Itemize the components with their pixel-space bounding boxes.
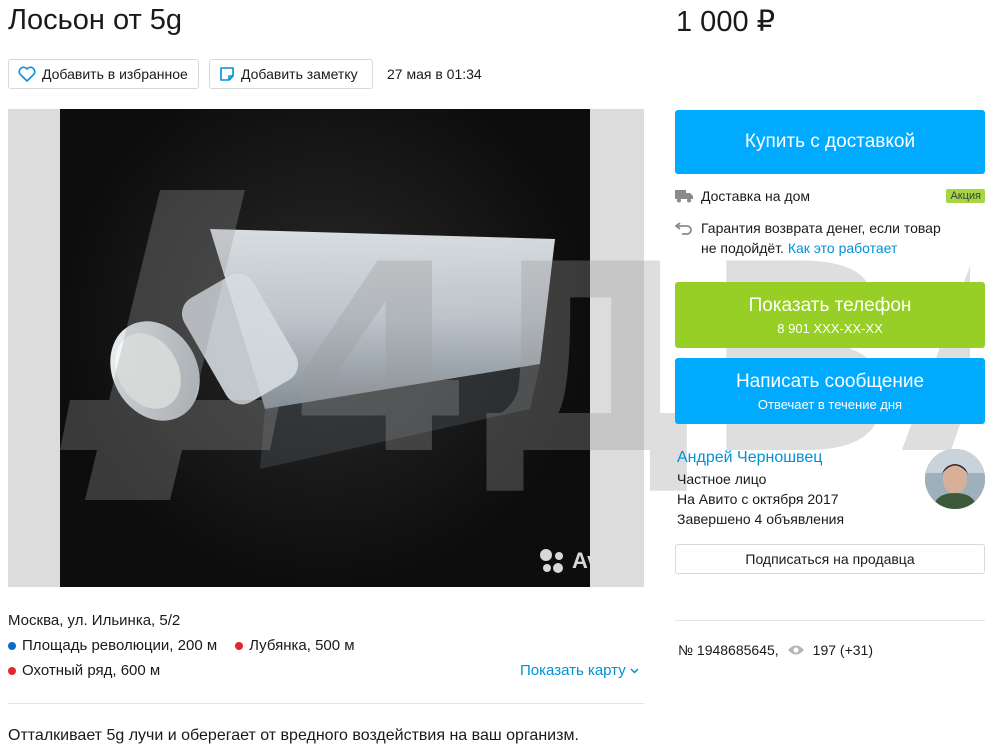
seller-since: На Авито с октября 2017 [677, 491, 839, 507]
show-map-label: Показать карту [520, 662, 626, 679]
metro-row: Охотный ряд, 600 м [8, 662, 160, 679]
write-message-button[interactable]: Написать сообщение Отвечает в течение дн… [675, 358, 985, 424]
metro-line-dot [235, 641, 244, 650]
eye-icon [787, 645, 804, 655]
listing-price: 1 000 ₽ [676, 6, 776, 38]
views-count: 197 (+31) [812, 642, 873, 658]
seller-avatar[interactable] [925, 449, 985, 509]
heart-icon [18, 66, 36, 82]
write-message-label: Написать сообщение [735, 370, 925, 392]
metro-line-dot [8, 666, 16, 675]
chevron-down-icon [630, 667, 639, 674]
show-phone-button[interactable]: Показать телефон 8 901 XXX-XX-XX [675, 282, 985, 348]
seller-completed: Завершено 4 объявления [677, 511, 845, 527]
phone-number: 8 901 XXX-XX-XX [777, 320, 883, 336]
avito-logo-icon [540, 549, 563, 573]
guarantee-info: Гарантия возврата денег, если товар не п… [675, 218, 955, 258]
photo-gallery[interactable]: Avito [8, 109, 644, 587]
divider [8, 703, 644, 704]
metro-station: Охотный ряд, 600 м [8, 662, 160, 679]
truck-icon [675, 190, 693, 203]
seller-type: Частное лицо [677, 471, 767, 487]
metro-station: Лубянка, 500 м [235, 637, 355, 654]
add-note-button[interactable]: Добавить заметку [209, 59, 373, 89]
avito-watermark: Avito [538, 547, 590, 575]
buy-with-delivery-button[interactable]: Купить с доставкой [675, 110, 985, 174]
listing-description: Отталкивает 5g лучи и оберегает от вредн… [8, 727, 579, 744]
delivery-info: Доставка на дом Акция [675, 188, 985, 204]
add-to-favorites-button[interactable]: Добавить в избранное [8, 59, 199, 89]
ad-number: № 1948685645, [678, 642, 779, 658]
lotion-tube-illustration [110, 229, 555, 469]
response-time: Отвечает в течение дня [757, 396, 903, 412]
listing-stats: № 1948685645, 197 (+31) [678, 642, 873, 658]
metro-station: Площадь революции, 200 м [8, 637, 217, 654]
note-icon [220, 67, 234, 81]
return-arrow-icon [675, 222, 692, 235]
subscribe-seller-button[interactable]: Подписаться на продавца [675, 544, 985, 574]
metro-line-dot [8, 641, 16, 650]
delivery-label: Доставка на дом [701, 188, 810, 204]
metro-station-label: Охотный ряд, 600 м [22, 662, 161, 679]
how-it-works-link[interactable]: Как это работает [788, 240, 898, 256]
show-map-link[interactable]: Показать карту [520, 662, 639, 679]
seller-name-link[interactable]: Андрей Черношвец [677, 449, 822, 467]
product-photo[interactable]: Avito [60, 109, 590, 587]
listing-title: Лосьон от 5g [8, 4, 183, 36]
guarantee-text: Гарантия возврата денег, если товар не п… [701, 218, 955, 258]
publish-date: 27 мая в 01:34 [387, 66, 482, 82]
add-to-favorites-label: Добавить в избранное [42, 66, 188, 82]
metro-station-label: Площадь революции, 200 м [22, 637, 218, 654]
divider [675, 620, 985, 621]
metro-station-label: Лубянка, 500 м [249, 637, 355, 654]
metro-row: Площадь революции, 200 м Лубянка, 500 м [8, 637, 355, 654]
add-note-label: Добавить заметку [241, 66, 358, 82]
promo-badge: Акция [946, 189, 985, 203]
avito-watermark-text: Avito [572, 548, 590, 573]
show-phone-label: Показать телефон [748, 294, 912, 316]
avatar-photo [925, 449, 985, 509]
address: Москва, ул. Ильинка, 5/2 [8, 612, 181, 629]
